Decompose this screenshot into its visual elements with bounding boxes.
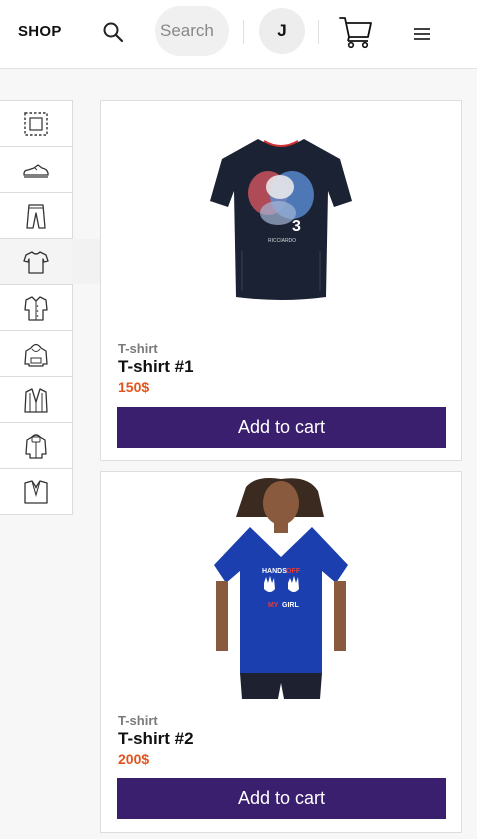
sidebar-item-shoes[interactable] bbox=[0, 147, 72, 193]
header-divider bbox=[318, 20, 319, 44]
add-to-cart-button[interactable]: Add to cart bbox=[117, 407, 446, 448]
search-input[interactable] bbox=[155, 6, 229, 56]
sneaker-icon bbox=[23, 163, 49, 178]
sidebar-item-tshirts[interactable] bbox=[0, 239, 100, 285]
product-card[interactable]: 3 RICCIARDO T-shirt T-shirt #1 150$ Add … bbox=[100, 100, 462, 461]
svg-text:3: 3 bbox=[292, 218, 301, 235]
add-to-cart-button[interactable]: Add to cart bbox=[117, 778, 446, 819]
sidebar-item-blazers[interactable] bbox=[0, 377, 72, 423]
pants-icon bbox=[26, 203, 46, 229]
category-sidebar bbox=[0, 100, 100, 515]
all-categories-icon bbox=[24, 111, 48, 136]
sidebar-item-hoodies[interactable] bbox=[0, 331, 72, 377]
sidebar-item-suits[interactable] bbox=[0, 469, 72, 515]
header-divider bbox=[243, 20, 244, 44]
black-tshirt-graphic: 3 RICCIARDO bbox=[210, 139, 352, 300]
product-category: T-shirt bbox=[118, 713, 158, 728]
black-tshirt-image[interactable]: 3 RICCIARDO bbox=[101, 101, 461, 336]
product-category: T-shirt bbox=[118, 341, 158, 356]
blue-tshirt-model-image[interactable]: HANDS OFF MY GIRL bbox=[101, 472, 461, 707]
product-card[interactable]: HANDS OFF MY GIRL T-shirt T-shirt #2 200… bbox=[100, 471, 462, 833]
hoodie-icon bbox=[24, 343, 48, 367]
product-title[interactable]: T-shirt #1 bbox=[118, 357, 194, 377]
header: SHOP J bbox=[0, 0, 477, 69]
svg-text:GIRL: GIRL bbox=[282, 602, 299, 609]
svg-text:HANDS: HANDS bbox=[262, 568, 287, 575]
avatar[interactable]: J bbox=[259, 8, 305, 54]
blue-tshirt-graphic: HANDS OFF MY GIRL bbox=[214, 478, 348, 699]
cart-icon[interactable] bbox=[338, 13, 374, 49]
sidebar-item-all[interactable] bbox=[0, 101, 72, 147]
shirt-icon bbox=[24, 295, 48, 321]
product-title[interactable]: T-shirt #2 bbox=[118, 729, 194, 749]
tshirt-icon bbox=[23, 250, 49, 274]
menu-icon[interactable] bbox=[413, 27, 431, 41]
sidebar-item-shirts[interactable] bbox=[0, 285, 72, 331]
shop-logo[interactable]: SHOP bbox=[18, 23, 62, 40]
svg-text:MY: MY bbox=[268, 602, 279, 609]
product-price: 200$ bbox=[118, 751, 150, 767]
svg-text:RICCIARDO: RICCIARDO bbox=[268, 238, 296, 244]
product-price: 150$ bbox=[118, 379, 150, 395]
sidebar-item-pants[interactable] bbox=[0, 193, 72, 239]
suit-icon bbox=[24, 479, 48, 504]
avatar-initial: J bbox=[277, 21, 287, 40]
blazer-icon bbox=[24, 387, 48, 413]
svg-text:OFF: OFF bbox=[286, 568, 301, 575]
search-icon[interactable] bbox=[101, 20, 125, 44]
jacket-icon bbox=[25, 433, 47, 459]
sidebar-item-jackets[interactable] bbox=[0, 423, 72, 469]
